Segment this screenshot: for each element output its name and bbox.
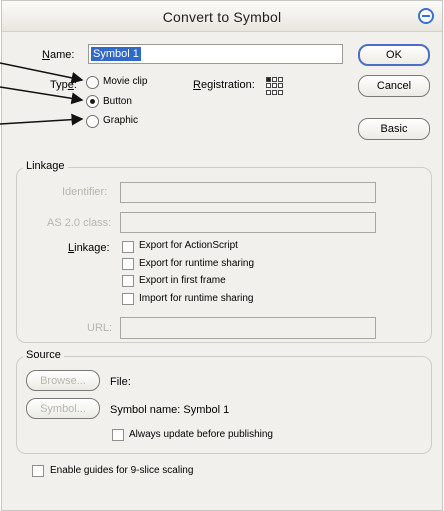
- arrow-movie-clip: [0, 62, 84, 84]
- annotation-arrows: [0, 62, 84, 126]
- arrow-graphic: [0, 113, 84, 126]
- arrow-button: [0, 86, 84, 105]
